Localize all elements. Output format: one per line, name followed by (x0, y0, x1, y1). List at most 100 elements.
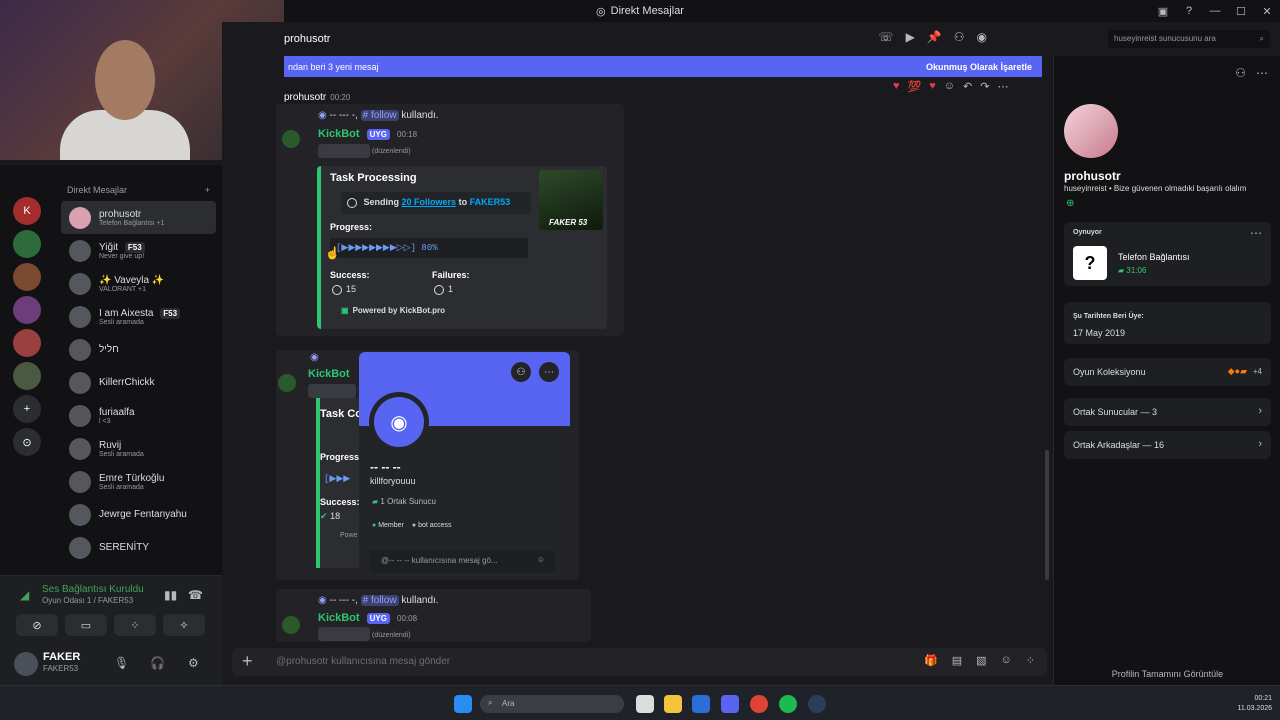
file-explorer-icon[interactable] (664, 695, 682, 713)
heart-icon[interactable]: ♥ (893, 80, 900, 93)
command-name[interactable]: follow (371, 110, 397, 121)
profile-toggle-icon[interactable]: ◉ (977, 30, 987, 44)
gift-icon[interactable]: 🎁 (924, 654, 938, 667)
dm-item[interactable]: חליל (61, 333, 216, 366)
view-full-profile-link[interactable]: Profilin Tamamını Görüntüle (1054, 669, 1280, 679)
target-link[interactable]: FAKER53 (470, 197, 511, 207)
dm-item[interactable]: I am Aixesta F53 Sesli aramada (61, 300, 216, 333)
mutual-friends-card[interactable]: Ortak Arkadaşlar — 16 › (1064, 431, 1271, 459)
bot-name[interactable]: KickBot (318, 612, 360, 624)
mutual-servers[interactable]: ▰ 1 Ortak Sunucu (372, 497, 436, 506)
dm-item[interactable]: furiaalfa l <3 (61, 399, 216, 432)
more-icon[interactable]: ⋯ (1256, 66, 1268, 80)
voice-channel[interactable]: Oyun Odası 1 / FAKER53 (42, 596, 133, 605)
soundboard-button[interactable]: ✧ (163, 614, 205, 636)
new-messages-bar[interactable]: ndan beri 3 yeni mesaj Okunmuş Olarak İş… (284, 56, 1042, 77)
add-friend-icon[interactable]: ⚇ (954, 30, 965, 44)
maximize-button[interactable]: ☐ (1228, 0, 1254, 22)
call-icon[interactable]: ☏ (879, 30, 894, 44)
new-dm-icon[interactable]: + (205, 185, 210, 195)
badge-icon[interactable]: ⊕ (1066, 198, 1074, 209)
inbox-icon[interactable]: ▣ (1150, 0, 1176, 22)
bot-name[interactable]: KickBot (308, 368, 350, 380)
mutual-servers-card[interactable]: Ortak Sunucular — 3 › (1064, 398, 1271, 426)
add-friend-icon[interactable]: ⚇ (511, 362, 531, 382)
more-icon[interactable]: ⋯ (1250, 226, 1262, 240)
task-view-icon[interactable] (636, 695, 654, 713)
dm-item[interactable]: KillerrChickk (61, 366, 216, 399)
heart-icon[interactable]: ♥ (929, 80, 936, 93)
server-icon[interactable]: K (13, 197, 41, 225)
taskbar-search[interactable]: ⌕ Ara (480, 695, 624, 713)
spotify-icon[interactable] (779, 695, 797, 713)
success-row: 15 (332, 284, 356, 295)
disconnect-icon[interactable]: ☎ (188, 588, 203, 602)
emoji-icon[interactable]: ☺ (537, 555, 545, 564)
command-name[interactable]: follow (371, 595, 397, 606)
add-server-icon[interactable]: + (13, 395, 41, 423)
close-button[interactable]: ✕ (1254, 0, 1280, 22)
popup-message-input[interactable]: @-- -- -- kullanıcısına mesaj gö... ☺ (369, 550, 555, 573)
apps-icon[interactable]: ⁘ (1026, 654, 1035, 667)
server-icon[interactable] (13, 296, 41, 324)
bot-avatar[interactable] (282, 130, 300, 148)
emoji-icon[interactable]: ☺ (944, 80, 955, 93)
embed-thumbnail[interactable]: FAKER 53 (539, 170, 603, 230)
role-member[interactable]: ● Member (372, 522, 404, 529)
microphone-icon[interactable]: 🎙 (114, 656, 129, 670)
store-icon[interactable] (692, 695, 710, 713)
emoji-icon[interactable]: ☺ (1001, 654, 1012, 667)
game-collection-card[interactable]: Oyun Koleksiyonu ◆●▰ +4 (1064, 358, 1271, 386)
dm-item[interactable]: Emre Türkoğlu Sesli aramada (61, 465, 216, 498)
chrome-icon[interactable] (750, 695, 768, 713)
video-icon[interactable]: ▶ (906, 30, 915, 44)
mark-read-button[interactable]: Okunmuş Olarak İşaretle (926, 62, 1032, 72)
avatar[interactable] (14, 652, 38, 676)
dm-item-prohusotr[interactable]: prohusotr Telefon Bağlantısı +1 (61, 201, 216, 234)
explore-icon[interactable]: ⊙ (13, 428, 41, 456)
role-bot-access[interactable]: ● bot access (412, 522, 452, 529)
camera-button[interactable]: ⊘ (16, 614, 58, 636)
more-icon[interactable]: ⋯ (539, 362, 559, 382)
activity-button[interactable]: ⁘ (114, 614, 156, 636)
hundred-icon[interactable]: 💯 (908, 80, 922, 93)
bot-avatar[interactable] (282, 616, 300, 634)
bot-avatar[interactable] (278, 374, 296, 392)
search-input[interactable]: huseyinreist sunucusunu ara ⌕ (1108, 30, 1270, 48)
dm-item[interactable]: SERENİTY (61, 531, 216, 564)
forward-icon[interactable]: ↷ (980, 80, 989, 93)
gear-icon[interactable]: ⚙ (188, 656, 199, 670)
noise-icon[interactable]: ▮▮ (164, 588, 177, 602)
voice-status[interactable]: Ses Bağlantısı Kuruldu (42, 584, 144, 595)
bot-name[interactable]: KickBot (318, 128, 360, 140)
dm-item[interactable]: Ruvij Sesli aramada (61, 432, 216, 465)
screen-share-button[interactable]: ▭ (65, 614, 107, 636)
author-name[interactable]: prohusotr (284, 92, 326, 103)
discord-taskbar-icon[interactable] (721, 695, 739, 713)
dm-item[interactable]: ✨ Vaveyla ✨ VALORANT +1 (61, 267, 216, 300)
windows-start-icon[interactable] (454, 695, 472, 713)
server-icon[interactable] (13, 329, 41, 357)
chat-scrollbar[interactable] (1045, 450, 1049, 580)
popup-avatar[interactable]: ◉ (369, 392, 429, 452)
more-icon[interactable]: ⋯ (997, 80, 1008, 93)
server-icon[interactable] (13, 230, 41, 258)
steam-icon[interactable] (808, 695, 826, 713)
message-composer[interactable]: + @prohusotr kullanıcısına mesaj gönder … (232, 648, 1047, 676)
dm-item[interactable]: Yiğit F53 Never give up! (61, 234, 216, 267)
add-friend-icon[interactable]: ⚇ (1235, 66, 1246, 80)
help-icon[interactable]: ? (1176, 0, 1202, 22)
clock[interactable]: 00:21 11.03.2026 (1237, 694, 1272, 714)
add-attachment-icon[interactable]: + (242, 651, 253, 672)
gif-icon[interactable]: ▤ (952, 654, 962, 667)
pin-icon[interactable]: 📌 (927, 30, 942, 44)
followers-link[interactable]: 20 Followers (402, 197, 457, 207)
profile-avatar[interactable] (1064, 104, 1118, 158)
dm-item[interactable]: Jewrge Fentanyahu (61, 498, 216, 531)
minimize-button[interactable]: — (1202, 0, 1228, 22)
reply-icon[interactable]: ↶ (963, 80, 972, 93)
server-icon[interactable] (13, 362, 41, 390)
headphones-icon[interactable]: 🎧 (150, 656, 165, 670)
sticker-icon[interactable]: ▧ (976, 654, 986, 667)
server-icon[interactable] (13, 263, 41, 291)
